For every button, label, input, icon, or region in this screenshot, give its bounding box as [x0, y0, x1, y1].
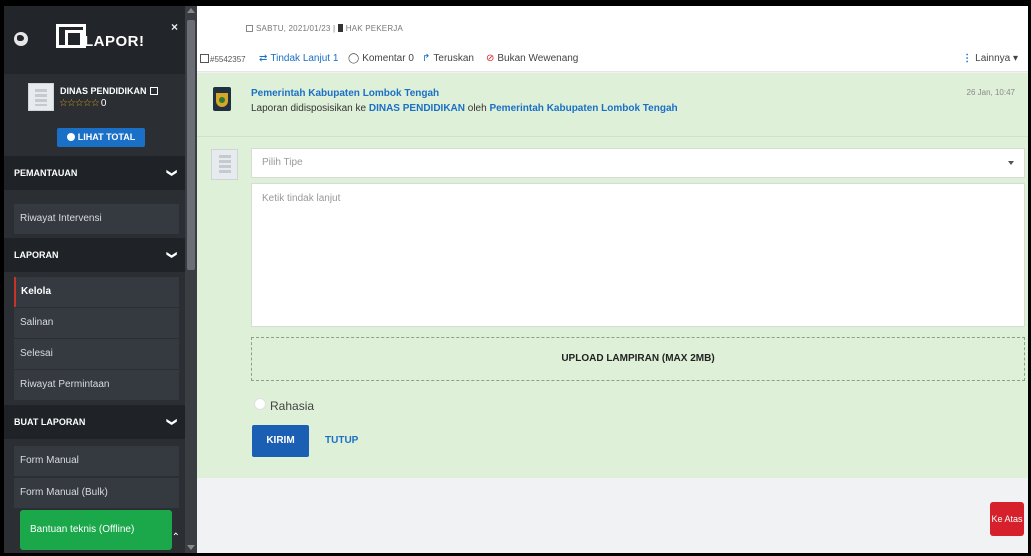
- sidebar-item-riwayat-intervensi[interactable]: Riwayat Intervensi: [14, 204, 179, 234]
- sidebar-item-salinan[interactable]: Salinan: [14, 308, 179, 338]
- regency-emblem-icon: [213, 87, 231, 111]
- chevron-icon: ⌃: [171, 532, 180, 543]
- report-meta: SABTU, 2021/01/23 | HAK PEKERJA: [246, 24, 403, 33]
- scrollbar-thumb[interactable]: [187, 20, 195, 270]
- brand-header: LAPOR! ×: [4, 6, 185, 74]
- chevron-down-icon: ❯: [165, 250, 177, 260]
- sidebar-item-selesai[interactable]: Selesai: [14, 339, 179, 369]
- ticket-id: #5542357: [210, 55, 246, 64]
- scroll-down-icon[interactable]: [187, 545, 195, 550]
- section-buat-laporan[interactable]: BUAT LAPORAN ❯: [4, 405, 185, 439]
- bookmark-icon: [337, 24, 343, 32]
- share-icon: ↱: [422, 53, 431, 64]
- rating-stars: ☆☆☆☆☆ 0: [59, 98, 107, 109]
- section-laporan[interactable]: LAPORAN ❯: [4, 238, 185, 272]
- report-header: SABTU, 2021/01/23 | HAK PEKERJA #5542357…: [197, 6, 1028, 72]
- secret-radio[interactable]: [254, 398, 266, 410]
- tab-bar: #5542357 ⇄ Tindak Lanjut 1 ◯ Komentar 0 ↱ T…: [197, 52, 1028, 68]
- secret-label[interactable]: Rahasia: [270, 399, 314, 413]
- sidebar-item-kelola[interactable]: Kelola: [14, 277, 179, 307]
- scroll-to-top-button[interactable]: Ke Atas: [990, 502, 1024, 536]
- sidebar-item-form-manual-bulk[interactable]: Form Manual (Bulk): [14, 478, 179, 508]
- info-icon: [66, 133, 75, 141]
- caret-down-icon: [1008, 161, 1014, 165]
- building-avatar-icon: [28, 83, 54, 111]
- comment-icon: ◯: [348, 53, 360, 64]
- scroll-up-icon[interactable]: [187, 8, 195, 13]
- disposition-by[interactable]: Pemerintah Kabupaten Lombok Tengah: [489, 103, 677, 114]
- type-select[interactable]: Pilih Tipe: [251, 148, 1025, 178]
- disposition-time: 26 Jan, 10:47: [966, 88, 1015, 97]
- tab-bukan-wewenang[interactable]: ⊘ Bukan Wewenang: [486, 53, 578, 64]
- follow-up-textarea[interactable]: Ketik tindak lanjut: [251, 183, 1025, 327]
- disposition-message: Laporan didisposisikan ke DINAS PENDIDIK…: [251, 103, 678, 114]
- help-offline-button[interactable]: Bantuan teknis (Offline) ⌃: [20, 510, 180, 550]
- close-button[interactable]: TUTUP: [325, 435, 358, 446]
- calendar-icon: [246, 25, 253, 32]
- chevron-down-icon: ❯: [165, 417, 177, 427]
- follow-up-panel: Pemerintah Kabupaten Lombok Tengah Lapor…: [197, 73, 1028, 478]
- tab-komentar[interactable]: ◯ Komentar 0: [348, 53, 414, 64]
- tab-tindak-lanjut[interactable]: ⇄ Tindak Lanjut 1: [259, 53, 338, 64]
- sidebar: LAPOR! × DINAS PENDIDIKAN ☆☆☆☆☆ 0 LIHAT T…: [4, 6, 185, 553]
- close-icon[interactable]: ×: [171, 20, 178, 34]
- select-checkbox[interactable]: [200, 54, 209, 63]
- rating-score: 0: [100, 98, 107, 109]
- divider: [197, 136, 1028, 137]
- ban-icon: ⊘: [486, 53, 495, 64]
- external-link-icon[interactable]: [149, 87, 158, 95]
- main-content: SABTU, 2021/01/23 | HAK PEKERJA #5542357…: [197, 6, 1028, 553]
- app-frame: LAPOR! × DINAS PENDIDIKAN ☆☆☆☆☆ 0 LIHAT T…: [4, 6, 1028, 553]
- chevron-down-icon: ❯: [165, 168, 177, 178]
- send-button[interactable]: KIRIM: [252, 425, 309, 457]
- user-avatar: [211, 149, 238, 180]
- tab-teruskan[interactable]: ↱ Teruskan: [422, 53, 474, 64]
- disposition-target[interactable]: DINAS PENDIDIKAN: [369, 103, 465, 114]
- sidebar-scrollbar[interactable]: [185, 6, 197, 553]
- org-name[interactable]: DINAS PENDIDIKAN: [60, 86, 158, 96]
- brand-logo-text[interactable]: LAPOR!: [84, 33, 145, 50]
- disposition-author[interactable]: Pemerintah Kabupaten Lombok Tengah: [251, 88, 439, 99]
- sidebar-item-form-manual[interactable]: Form Manual: [14, 446, 179, 476]
- profile-card: DINAS PENDIDIKAN ☆☆☆☆☆ 0: [4, 74, 185, 164]
- more-menu[interactable]: ⋮ Lainnya ▾: [962, 53, 1018, 64]
- sidebar-item-riwayat-permintaan[interactable]: Riwayat Permintaan: [14, 370, 179, 400]
- exchange-icon: ⇄: [259, 53, 268, 64]
- kebab-icon: ⋮: [962, 53, 973, 64]
- globe-icon[interactable]: [14, 32, 28, 46]
- section-pemantauan[interactable]: PEMANTAUAN ❯: [4, 156, 185, 190]
- upload-attachment-button[interactable]: UPLOAD LAMPIRAN (MAX 2MB): [251, 337, 1025, 381]
- lihat-total-button[interactable]: LIHAT TOTAL: [57, 128, 145, 147]
- lapor-logo-icon[interactable]: [56, 24, 86, 48]
